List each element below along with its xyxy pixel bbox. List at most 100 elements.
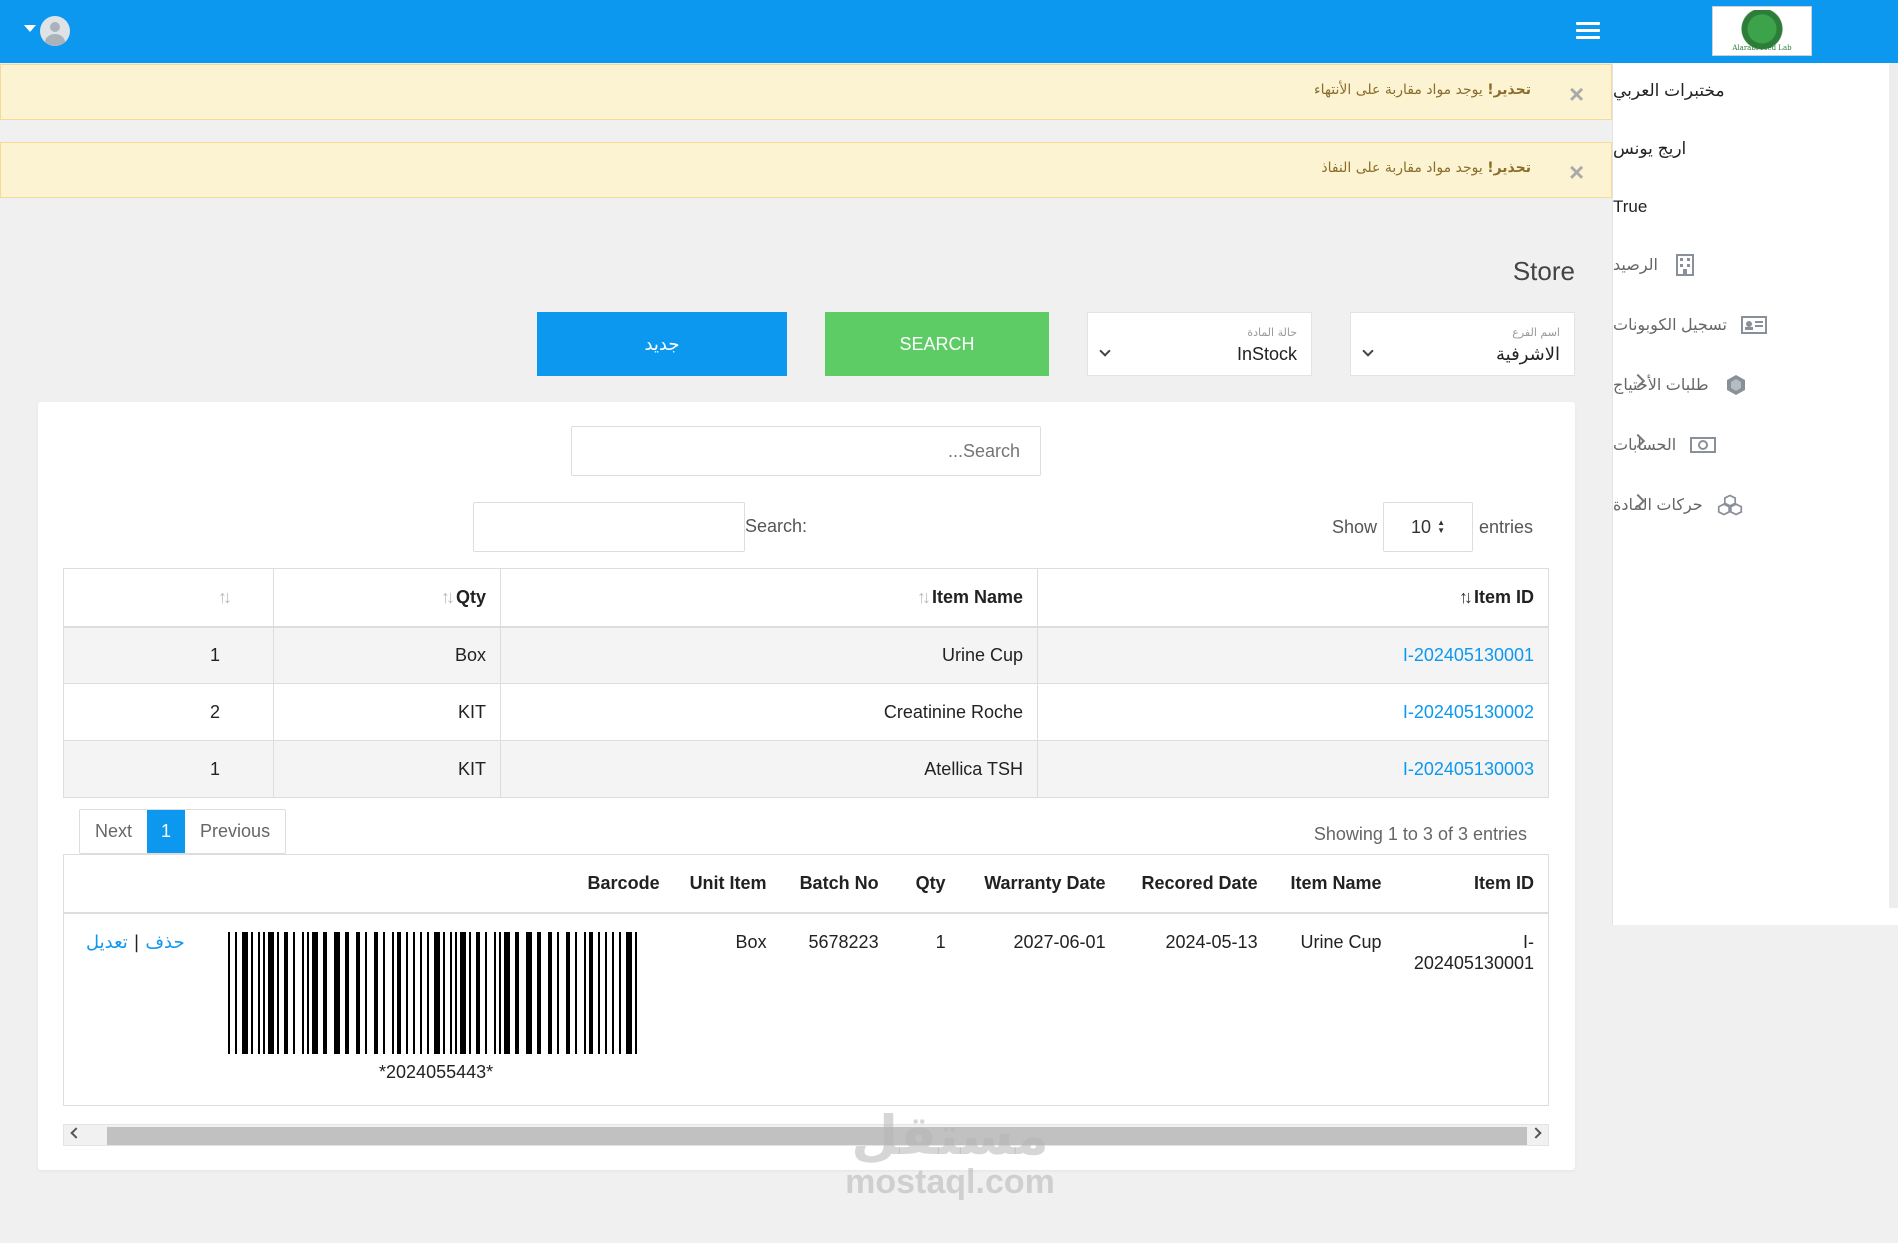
store-panel: Show 10 ▲▼ entries Search: ↑↓ ↑↓ Qty ↑↓ … xyxy=(38,402,1575,1170)
cube-icon xyxy=(1723,374,1749,396)
barcode-text: *2024055443* xyxy=(379,1061,494,1082)
table-info: Showing 1 to 3 of 3 entries xyxy=(1313,824,1527,844)
sort-icon: ↑↓ xyxy=(916,586,931,607)
sidebar: مختبرات العربي اريج يونس True الرصيد تسج… xyxy=(1612,63,1898,925)
col-warranty-date: Warranty Date xyxy=(959,854,1120,914)
branch-select[interactable]: اسم الفرع الاشرفية xyxy=(1350,312,1575,376)
pagination: Next 1 Previous xyxy=(79,809,287,854)
id-card-icon xyxy=(1740,314,1767,336)
logo-text: Alarabi Med Lab xyxy=(1732,44,1792,52)
scroll-left-icon[interactable] xyxy=(70,1127,82,1139)
col-recorded-date: Recored Date xyxy=(1119,854,1272,914)
sidebar-item-material-movements[interactable]: حركات المادة xyxy=(1613,485,1876,525)
item-name-cell: Atellica TSH xyxy=(500,740,1038,798)
new-button[interactable]: جديد xyxy=(537,312,787,376)
unit-cell: KIT xyxy=(273,683,501,741)
user-menu[interactable] xyxy=(24,16,70,46)
pager-next[interactable]: Next xyxy=(80,810,147,853)
sidebar-item-balance[interactable]: الرصيد xyxy=(1613,245,1876,285)
detail-row: حذف | تعديل *2024055443* Box 5678223 1 2… xyxy=(64,913,1548,1103)
unit-cell: KIT xyxy=(273,740,501,798)
item-id-link[interactable]: I-202405130001 xyxy=(1403,645,1534,665)
logo[interactable]: Alarabi Med Lab xyxy=(1712,6,1812,56)
barcode-cell: *2024055443* xyxy=(199,913,674,1103)
chevron-down-icon xyxy=(1362,345,1374,357)
warning-alert-depletion: × تحذير! يوجد مواد مقاربة على النفاذ xyxy=(0,142,1612,198)
sidebar-lab-name: مختبرات العربي xyxy=(1613,81,1725,100)
money-icon xyxy=(1690,434,1717,456)
unit-item-cell: Box xyxy=(735,931,767,952)
sidebar-scrollbar[interactable] xyxy=(1889,63,1898,908)
status-select[interactable]: حالة المادة InStock xyxy=(1087,312,1312,376)
scroll-right-icon[interactable] xyxy=(1530,1127,1542,1139)
col-item-name: Item Name xyxy=(1271,854,1396,914)
alert-text: تحذير! يوجد مواد مقاربة على النفاذ xyxy=(1321,160,1531,176)
table-row[interactable]: 1 KIT Atellica TSH I-202405130003 xyxy=(63,740,1549,798)
warranty-date-cell: 2027-06-01 xyxy=(1013,931,1106,952)
table-row[interactable]: 1 Box Urine Cup I-202405130001 xyxy=(63,626,1549,684)
items-table: ↑↓ ↑↓ Qty ↑↓ Item Name ↑↓ Item ID 1 Box … xyxy=(63,568,1549,798)
cubes-icon xyxy=(1717,494,1743,516)
item-id-link[interactable]: I-202405130002 xyxy=(1403,702,1534,722)
table-filter-input[interactable] xyxy=(473,502,745,552)
delete-link[interactable]: حذف xyxy=(145,932,184,953)
search-input[interactable] xyxy=(571,426,1041,476)
table-filter-label: Search: xyxy=(745,516,808,536)
sidebar-item-requests[interactable]: طلبات الأحتياج xyxy=(1613,365,1876,405)
item-name-cell: Creatinine Roche xyxy=(500,683,1038,741)
qty-cell: 1 xyxy=(63,740,274,798)
qty-cell: 2 xyxy=(63,683,274,741)
col-qty: Qty xyxy=(892,854,960,914)
caret-down-icon[interactable] xyxy=(24,24,36,32)
horizontal-scrollbar[interactable] xyxy=(63,1124,1549,1146)
col-item-id: Item ID xyxy=(1395,854,1548,914)
col-actions xyxy=(64,854,199,914)
sort-icon: ↑↓ xyxy=(218,587,232,607)
search-button[interactable]: SEARCH xyxy=(825,312,1049,376)
pager-page-1[interactable]: 1 xyxy=(147,810,186,853)
batch-no-cell: 5678223 xyxy=(808,931,879,952)
entries-length: Show 10 ▲ ▼ entries xyxy=(1332,502,1533,552)
page-title: Store xyxy=(1512,256,1575,286)
barcode-image xyxy=(228,931,638,1054)
col-item-name[interactable]: ↑↓ Item Name xyxy=(500,568,1038,628)
col-item-id[interactable]: ↑↓ Item ID xyxy=(1037,568,1549,628)
item-id-link[interactable]: I-202405130003 xyxy=(1403,759,1534,779)
chevron-down-icon xyxy=(1099,345,1111,357)
menu-toggle-icon[interactable] xyxy=(1576,22,1600,40)
qty-cell: 1 xyxy=(63,626,274,684)
item-name-cell: Urine Cup xyxy=(1300,931,1382,952)
table-row[interactable]: 2 KIT Creatinine Roche I-202405130002 xyxy=(63,683,1549,741)
user-avatar-icon[interactable] xyxy=(40,16,70,46)
col-qty-count[interactable]: ↑↓ xyxy=(63,568,274,628)
unit-cell: Box xyxy=(273,626,501,684)
qty-cell: 1 xyxy=(935,931,946,952)
scrollbar-thumb[interactable] xyxy=(107,1127,1527,1145)
building-icon xyxy=(1672,254,1698,276)
sort-icon: ↑↓ xyxy=(440,586,455,607)
top-navbar: Alarabi Med Lab xyxy=(0,0,1898,63)
item-id-cell: I-202405130001 xyxy=(1413,931,1534,973)
sidebar-user-name: اريج يونس xyxy=(1613,139,1687,158)
entries-select[interactable]: 10 ▲ ▼ xyxy=(1383,502,1474,552)
sort-asc-icon: ↑↓ xyxy=(1458,586,1473,607)
col-barcode: Barcode xyxy=(198,854,674,914)
col-qty[interactable]: ↑↓ Qty xyxy=(273,568,501,628)
close-icon[interactable]: × xyxy=(1569,79,1584,110)
details-table-wrapper: Barcode Unit Item Batch No Qty Warranty … xyxy=(63,854,1549,1106)
col-unit-item: Unit Item xyxy=(673,854,781,914)
item-name-cell: Urine Cup xyxy=(500,626,1038,684)
action-separator: | xyxy=(133,931,140,953)
recorded-date-cell: 2024-05-13 xyxy=(1165,931,1258,952)
details-table: Barcode Unit Item Batch No Qty Warranty … xyxy=(64,854,1548,1103)
sidebar-flag: True xyxy=(1613,197,1648,216)
select-arrows-icon: ▲ ▼ xyxy=(1437,518,1445,535)
sidebar-item-accounts[interactable]: الحسابات xyxy=(1613,425,1876,465)
alert-text: تحذير! يوجد مواد مقاربة على الأنتهاء xyxy=(1314,82,1531,98)
pager-previous[interactable]: Previous xyxy=(185,810,285,853)
col-batch-no: Batch No xyxy=(780,854,893,914)
edit-link[interactable]: تعديل xyxy=(86,932,128,953)
warning-alert-expiry: × تحذير! يوجد مواد مقاربة على الأنتهاء xyxy=(0,64,1612,120)
sidebar-item-coupons[interactable]: تسجيل الكوبونات xyxy=(1613,305,1876,345)
close-icon[interactable]: × xyxy=(1569,157,1584,188)
